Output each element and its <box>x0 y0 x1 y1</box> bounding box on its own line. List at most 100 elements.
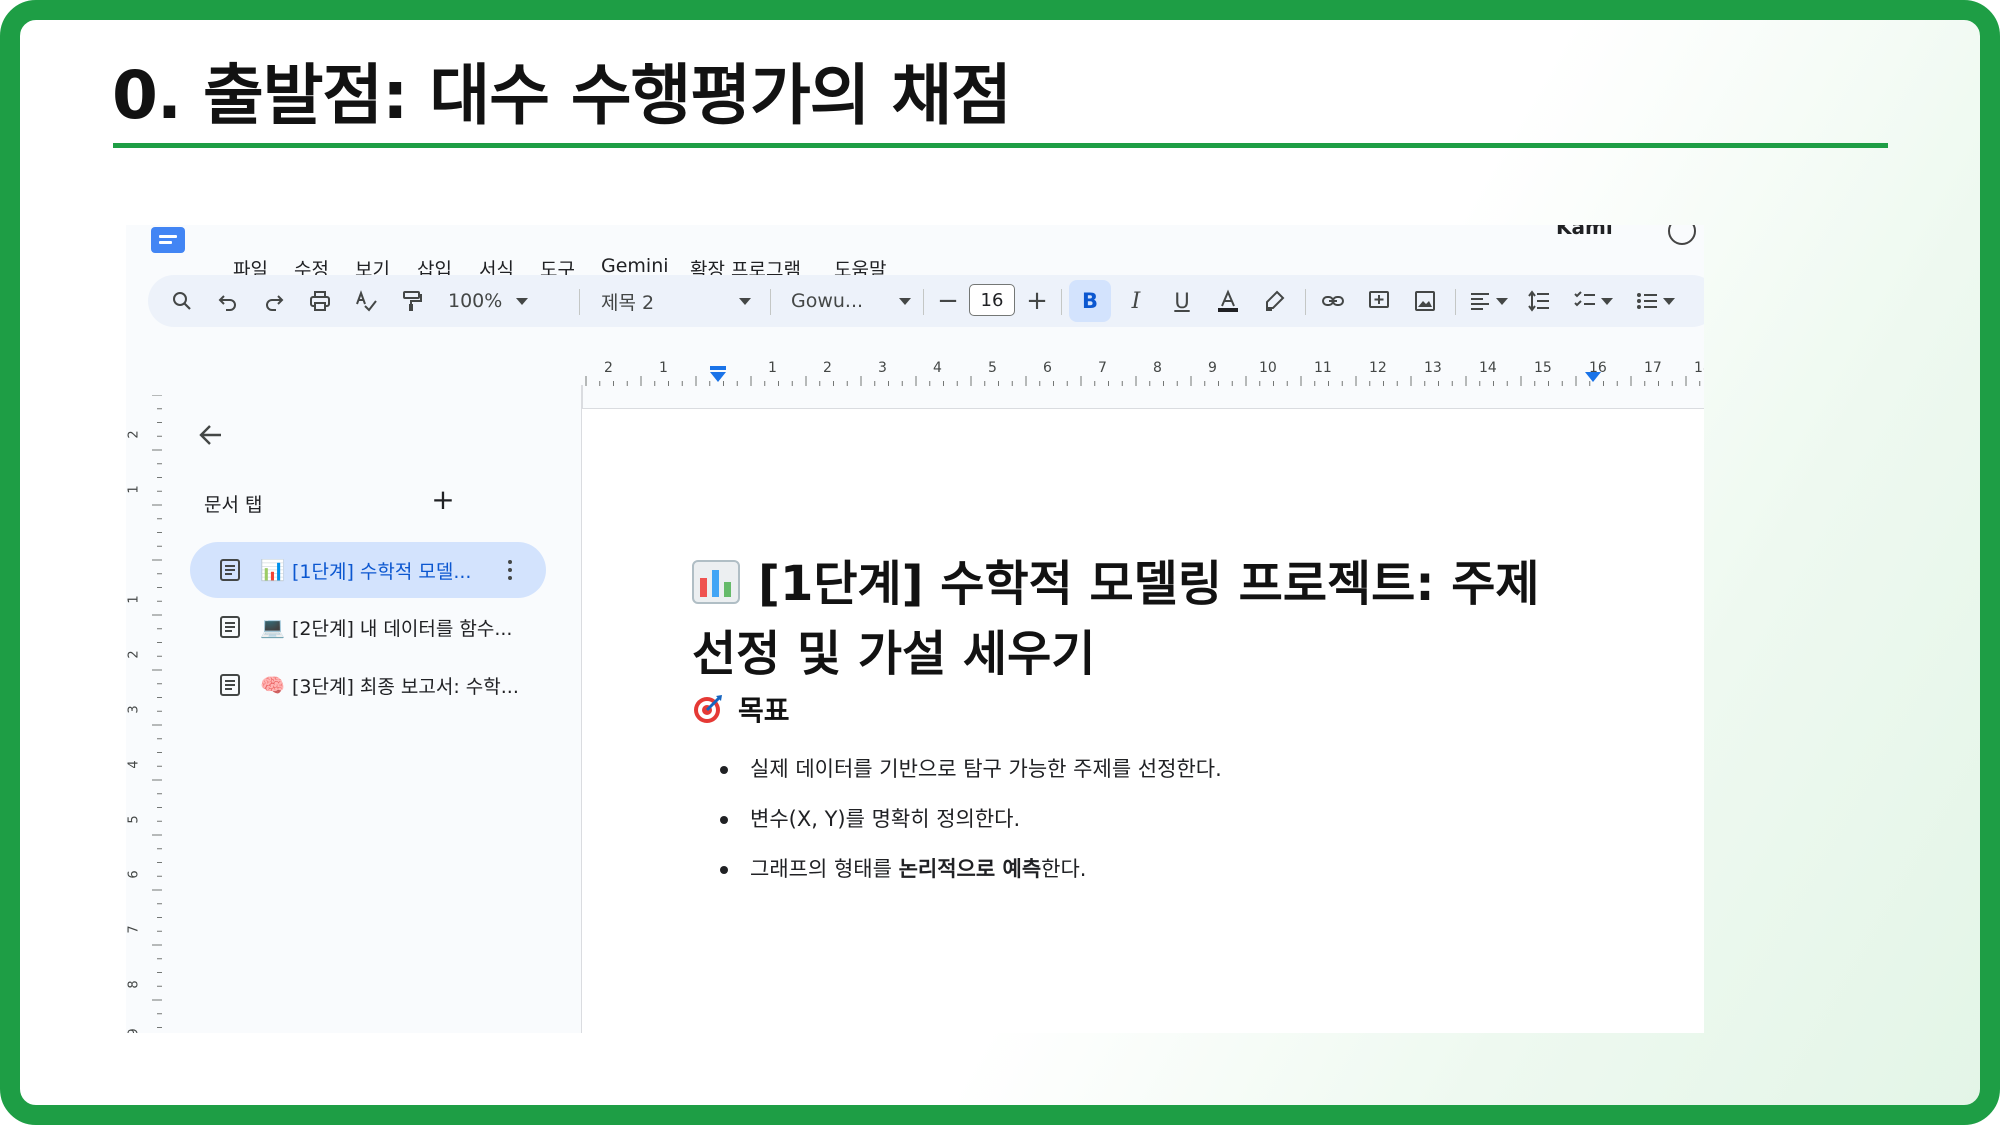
tab-stage-1[interactable]: 📊 [1단계] 수학적 모델... <box>190 542 546 598</box>
document-title-text: [1단계] 수학적 모델링 프로젝트: 주제 선정 및 가설 세우기 <box>692 556 1540 682</box>
image-icon[interactable] <box>1405 275 1445 327</box>
zoom-value: 100% <box>448 290 503 312</box>
zoom-select[interactable]: 100% <box>448 275 529 327</box>
tab-label: [1단계] 수학적 모델... <box>292 561 472 583</box>
ruler-label: 2 <box>126 430 142 439</box>
tab-stage-3[interactable]: 🧠 [3단계] 최종 보고서: 수학... <box>190 657 546 713</box>
print-icon[interactable] <box>300 275 340 327</box>
paint-format-icon[interactable] <box>392 275 432 327</box>
ruler-label: 5 <box>126 815 142 824</box>
left-indent-marker[interactable] <box>710 372 726 382</box>
paragraph-style-select[interactable]: 제목 2 <box>601 275 751 327</box>
bullet-item[interactable]: 그래프의 형태를 논리적으로 예측한다. <box>720 844 1222 894</box>
comment-icon[interactable] <box>1359 275 1399 327</box>
redo-icon[interactable] <box>254 275 294 327</box>
ruler-label: 1 <box>659 360 668 376</box>
ruler-label: 5 <box>988 360 997 376</box>
target-icon <box>694 695 722 723</box>
spellcheck-icon[interactable] <box>346 275 386 327</box>
document-icon <box>220 674 240 696</box>
ruler-label: 13 <box>1424 360 1442 376</box>
document-page[interactable]: [1단계] 수학적 모델링 프로젝트: 주제 선정 및 가설 세우기 목표 실제… <box>581 408 1704 1033</box>
ruler-label: 2 <box>604 360 613 376</box>
kami-extension[interactable]: Kami <box>1556 225 1613 239</box>
ruler-label: 3 <box>878 360 887 376</box>
bar-chart-icon <box>692 553 740 604</box>
ruler-label: 6 <box>126 870 142 879</box>
font-value: Gowu... <box>791 290 864 312</box>
toolbar-divider <box>770 289 771 315</box>
ruler-ticks <box>585 366 1701 386</box>
goal-heading-text: 목표 <box>738 694 790 727</box>
ruler-label: 2 <box>126 650 142 659</box>
toolbar-divider <box>1305 289 1306 315</box>
bar-chart-icon: 📊 <box>260 558 285 582</box>
vertical-ruler[interactable]: 2 1 1 2 3 4 5 6 7 8 9 <box>126 395 166 1033</box>
text-color-icon[interactable] <box>1208 275 1248 327</box>
ruler-label: 4 <box>126 760 142 769</box>
docs-logo-icon[interactable] <box>151 227 185 253</box>
ruler-label: 1 <box>126 485 142 494</box>
ruler-label: 14 <box>1479 360 1497 376</box>
menu-bar: 파일 수정 보기 삽입 서식 도구 Gemini 확장 프로그램 도움말 Kam… <box>126 225 1704 281</box>
tab-label: [2단계] 내 데이터를 함수... <box>292 618 513 640</box>
goal-heading[interactable]: 목표 <box>692 689 790 729</box>
first-line-indent-marker[interactable] <box>710 366 726 370</box>
highlight-icon[interactable] <box>1254 275 1294 327</box>
caret-down-icon <box>1601 297 1613 305</box>
ruler-label: 10 <box>1259 360 1277 376</box>
caret-down-icon <box>899 297 911 305</box>
goal-bullet-list: 실제 데이터를 기반으로 탐구 가능한 주제를 선정한다. 변수(X, Y)를 … <box>720 744 1222 894</box>
tab-stage-2[interactable]: 💻 [2단계] 내 데이터를 함수... <box>190 599 546 655</box>
font-select[interactable]: Gowu... <box>791 275 911 327</box>
ruler-label: 17 <box>1644 360 1662 376</box>
bullet-item[interactable]: 실제 데이터를 기반으로 탐구 가능한 주제를 선정한다. <box>720 744 1222 794</box>
tab-label: [3단계] 최종 보고서: 수학... <box>292 676 519 698</box>
ruler-label: 18 <box>1694 360 1704 376</box>
slide-title: 0. 출발점: 대수 수행평가의 채점 <box>112 57 1012 134</box>
bullet-text: 변수(X, Y)를 명확히 정의한다. <box>750 807 1021 831</box>
ruler-label: 7 <box>1098 360 1107 376</box>
ruler-label: 3 <box>126 705 142 714</box>
align-icon[interactable] <box>1463 275 1513 327</box>
decrease-font-size-button[interactable]: − <box>931 275 965 327</box>
toolbar-divider <box>1455 289 1456 315</box>
increase-font-size-button[interactable]: + <box>1020 275 1054 327</box>
italic-icon[interactable]: I <box>1116 275 1156 327</box>
bullet-list-icon[interactable] <box>1627 275 1683 327</box>
toolbar: 100% 제목 2 Gowu... − 16 + B I U <box>148 275 1704 327</box>
ruler-label: 11 <box>1314 360 1332 376</box>
history-icon[interactable] <box>1668 225 1696 245</box>
document-icon <box>220 616 240 638</box>
document-icon <box>220 559 240 581</box>
ruler-label: 2 <box>823 360 832 376</box>
add-tab-button[interactable]: + <box>428 485 458 515</box>
ruler-label: 8 <box>126 980 142 989</box>
ruler-label: 6 <box>1043 360 1052 376</box>
menu-gemini[interactable]: Gemini <box>601 255 669 277</box>
undo-icon[interactable] <box>208 275 248 327</box>
font-size-input[interactable]: 16 <box>969 284 1015 316</box>
bullet-item[interactable]: 변수(X, Y)를 명확히 정의한다. <box>720 794 1222 844</box>
more-options-icon[interactable] <box>500 554 520 586</box>
back-arrow-icon[interactable] <box>196 420 226 450</box>
link-icon[interactable] <box>1313 275 1353 327</box>
checklist-icon[interactable] <box>1565 275 1621 327</box>
underline-icon[interactable]: U <box>1162 275 1202 327</box>
bullet-text: 실제 데이터를 기반으로 탐구 가능한 주제를 선정한다. <box>750 757 1222 781</box>
brain-icon: 🧠 <box>260 673 285 697</box>
ruler-label: 9 <box>126 1028 142 1033</box>
caret-down-icon <box>1496 297 1508 305</box>
document-title[interactable]: [1단계] 수학적 모델링 프로젝트: 주제 선정 및 가설 세우기 <box>692 549 1572 689</box>
caret-down-icon <box>516 297 529 305</box>
style-value: 제목 2 <box>601 291 655 314</box>
ruler-label: 12 <box>1369 360 1387 376</box>
bold-icon[interactable]: B <box>1070 275 1110 327</box>
horizontal-ruler[interactable]: 2 1 1 2 3 4 5 6 7 8 9 10 11 12 13 14 15 … <box>126 358 1704 388</box>
line-spacing-icon[interactable] <box>1519 275 1559 327</box>
ruler-label: 15 <box>1534 360 1552 376</box>
ruler-label: 8 <box>1153 360 1162 376</box>
search-icon[interactable] <box>162 275 202 327</box>
ruler-label: 1 <box>768 360 777 376</box>
toolbar-divider <box>1061 289 1062 315</box>
